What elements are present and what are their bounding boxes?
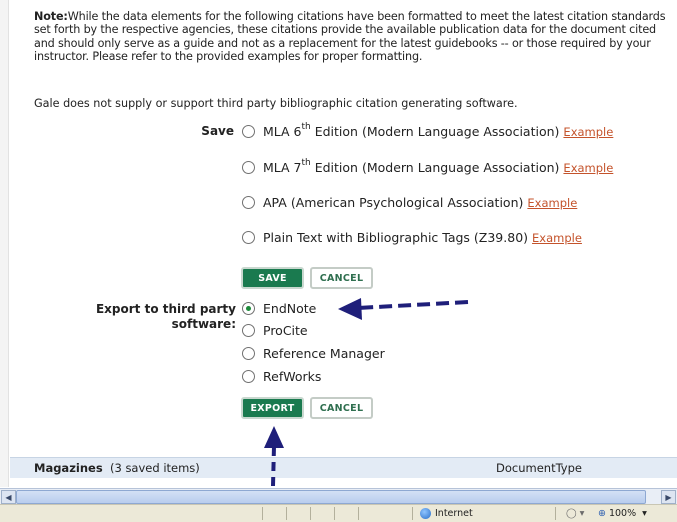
zoom-level: 100% xyxy=(608,508,637,519)
dashed-arrow-export xyxy=(271,445,276,487)
annotation-arrows xyxy=(264,298,469,487)
arrowhead-export xyxy=(264,426,284,448)
globe-icon xyxy=(420,508,431,519)
scroll-thumb[interactable] xyxy=(16,490,646,504)
horizontal-scrollbar[interactable]: ◀ ▶ xyxy=(0,488,677,504)
zoom-dropdown-icon[interactable]: ▾ xyxy=(642,508,647,519)
dashed-arrow-endnote xyxy=(357,300,469,310)
arrowhead-endnote xyxy=(338,298,362,320)
scroll-left-icon[interactable]: ◀ xyxy=(1,490,16,504)
scroll-right-icon[interactable]: ▶ xyxy=(661,490,676,504)
zoom-icon: ⊕ xyxy=(598,508,606,519)
internet-zone: Internet xyxy=(420,508,473,519)
protected-mode-icon[interactable]: ◯ ▾ xyxy=(566,508,584,519)
status-bar: Internet ◯ ▾ ⊕ 100% ▾ xyxy=(0,504,677,522)
zoom-control[interactable]: ⊕ 100% ▾ xyxy=(598,508,647,519)
zone-label: Internet xyxy=(435,508,473,519)
